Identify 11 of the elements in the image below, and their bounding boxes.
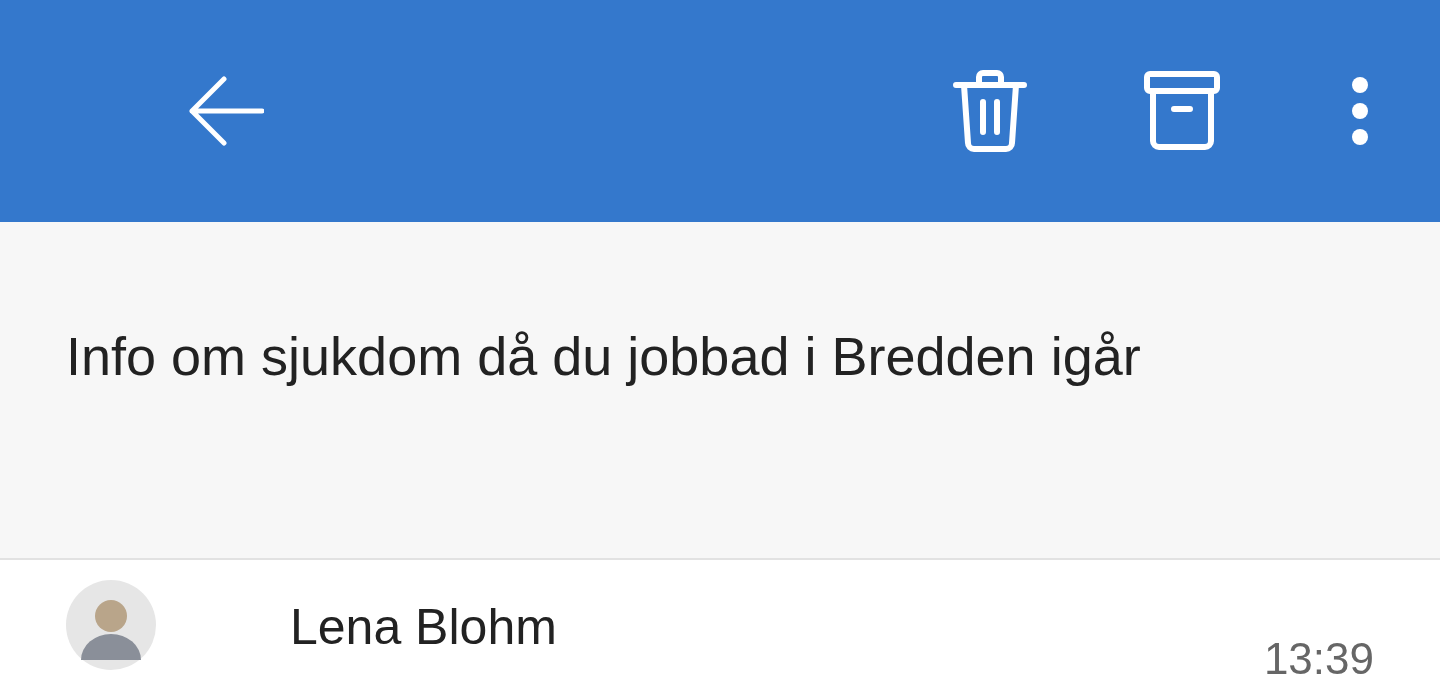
back-button[interactable] xyxy=(188,76,264,146)
more-icon xyxy=(1350,76,1370,146)
archive-button[interactable] xyxy=(1144,71,1220,151)
delete-button[interactable] xyxy=(952,70,1028,152)
trash-icon xyxy=(952,70,1028,152)
archive-box-icon xyxy=(1144,71,1220,151)
more-button[interactable] xyxy=(1350,76,1370,146)
sender-name: Lena Blohm xyxy=(290,598,557,656)
email-subject: Info om sjukdom då du jobbad i Bredden igår xyxy=(66,325,1142,388)
back-arrow-icon xyxy=(188,76,264,146)
message-time: 13:39 xyxy=(1263,634,1374,679)
